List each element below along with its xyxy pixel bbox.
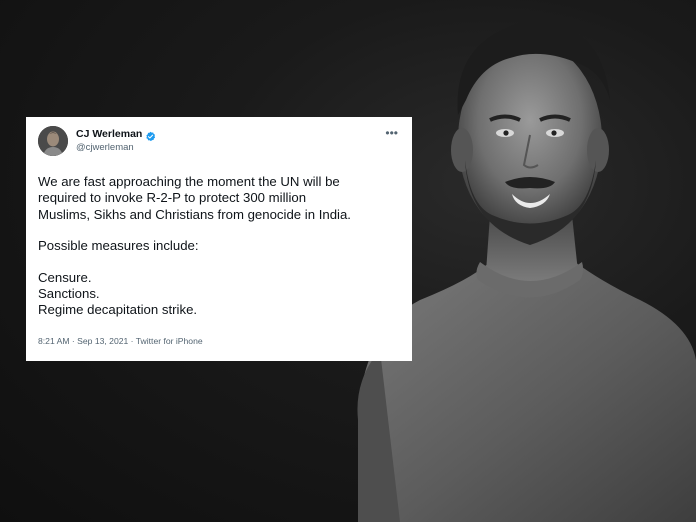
verified-badge-icon: [145, 129, 156, 141]
display-name[interactable]: CJ Werleman: [76, 128, 142, 140]
handle[interactable]: @cjwerleman: [76, 142, 156, 153]
tweet-card: CJ Werleman @cjwerleman ••• We are fast …: [26, 117, 412, 361]
tweet-line: We are fast approaching the moment the U…: [38, 174, 340, 189]
tweet-line: Censure.: [38, 269, 92, 285]
tweet-header: CJ Werleman @cjwerleman •••: [38, 126, 400, 160]
tweet-line: Regime decapitation strike.: [38, 302, 198, 318]
author-names: CJ Werleman @cjwerleman: [76, 126, 156, 153]
article-hero-image: CJ Werleman @cjwerleman ••• We are fast …: [0, 0, 696, 522]
tweet-line: Sanctions.: [38, 286, 100, 302]
tweet-timestamp[interactable]: 8:21 AM · Sep 13, 2021 · Twitter for iPh…: [38, 336, 400, 346]
tweet-line: Muslims, Sikhs and Christians from genoc…: [38, 206, 351, 222]
tweet-line: required to invoke R-2-P to protect 300 …: [38, 190, 307, 206]
avatar[interactable]: [38, 126, 68, 156]
display-name-row: CJ Werleman: [76, 128, 156, 141]
tweet-text: We are fast approaching the moment the U…: [38, 174, 400, 319]
tweet-line: Possible measures include:: [38, 238, 199, 254]
more-options-icon[interactable]: •••: [385, 126, 400, 139]
